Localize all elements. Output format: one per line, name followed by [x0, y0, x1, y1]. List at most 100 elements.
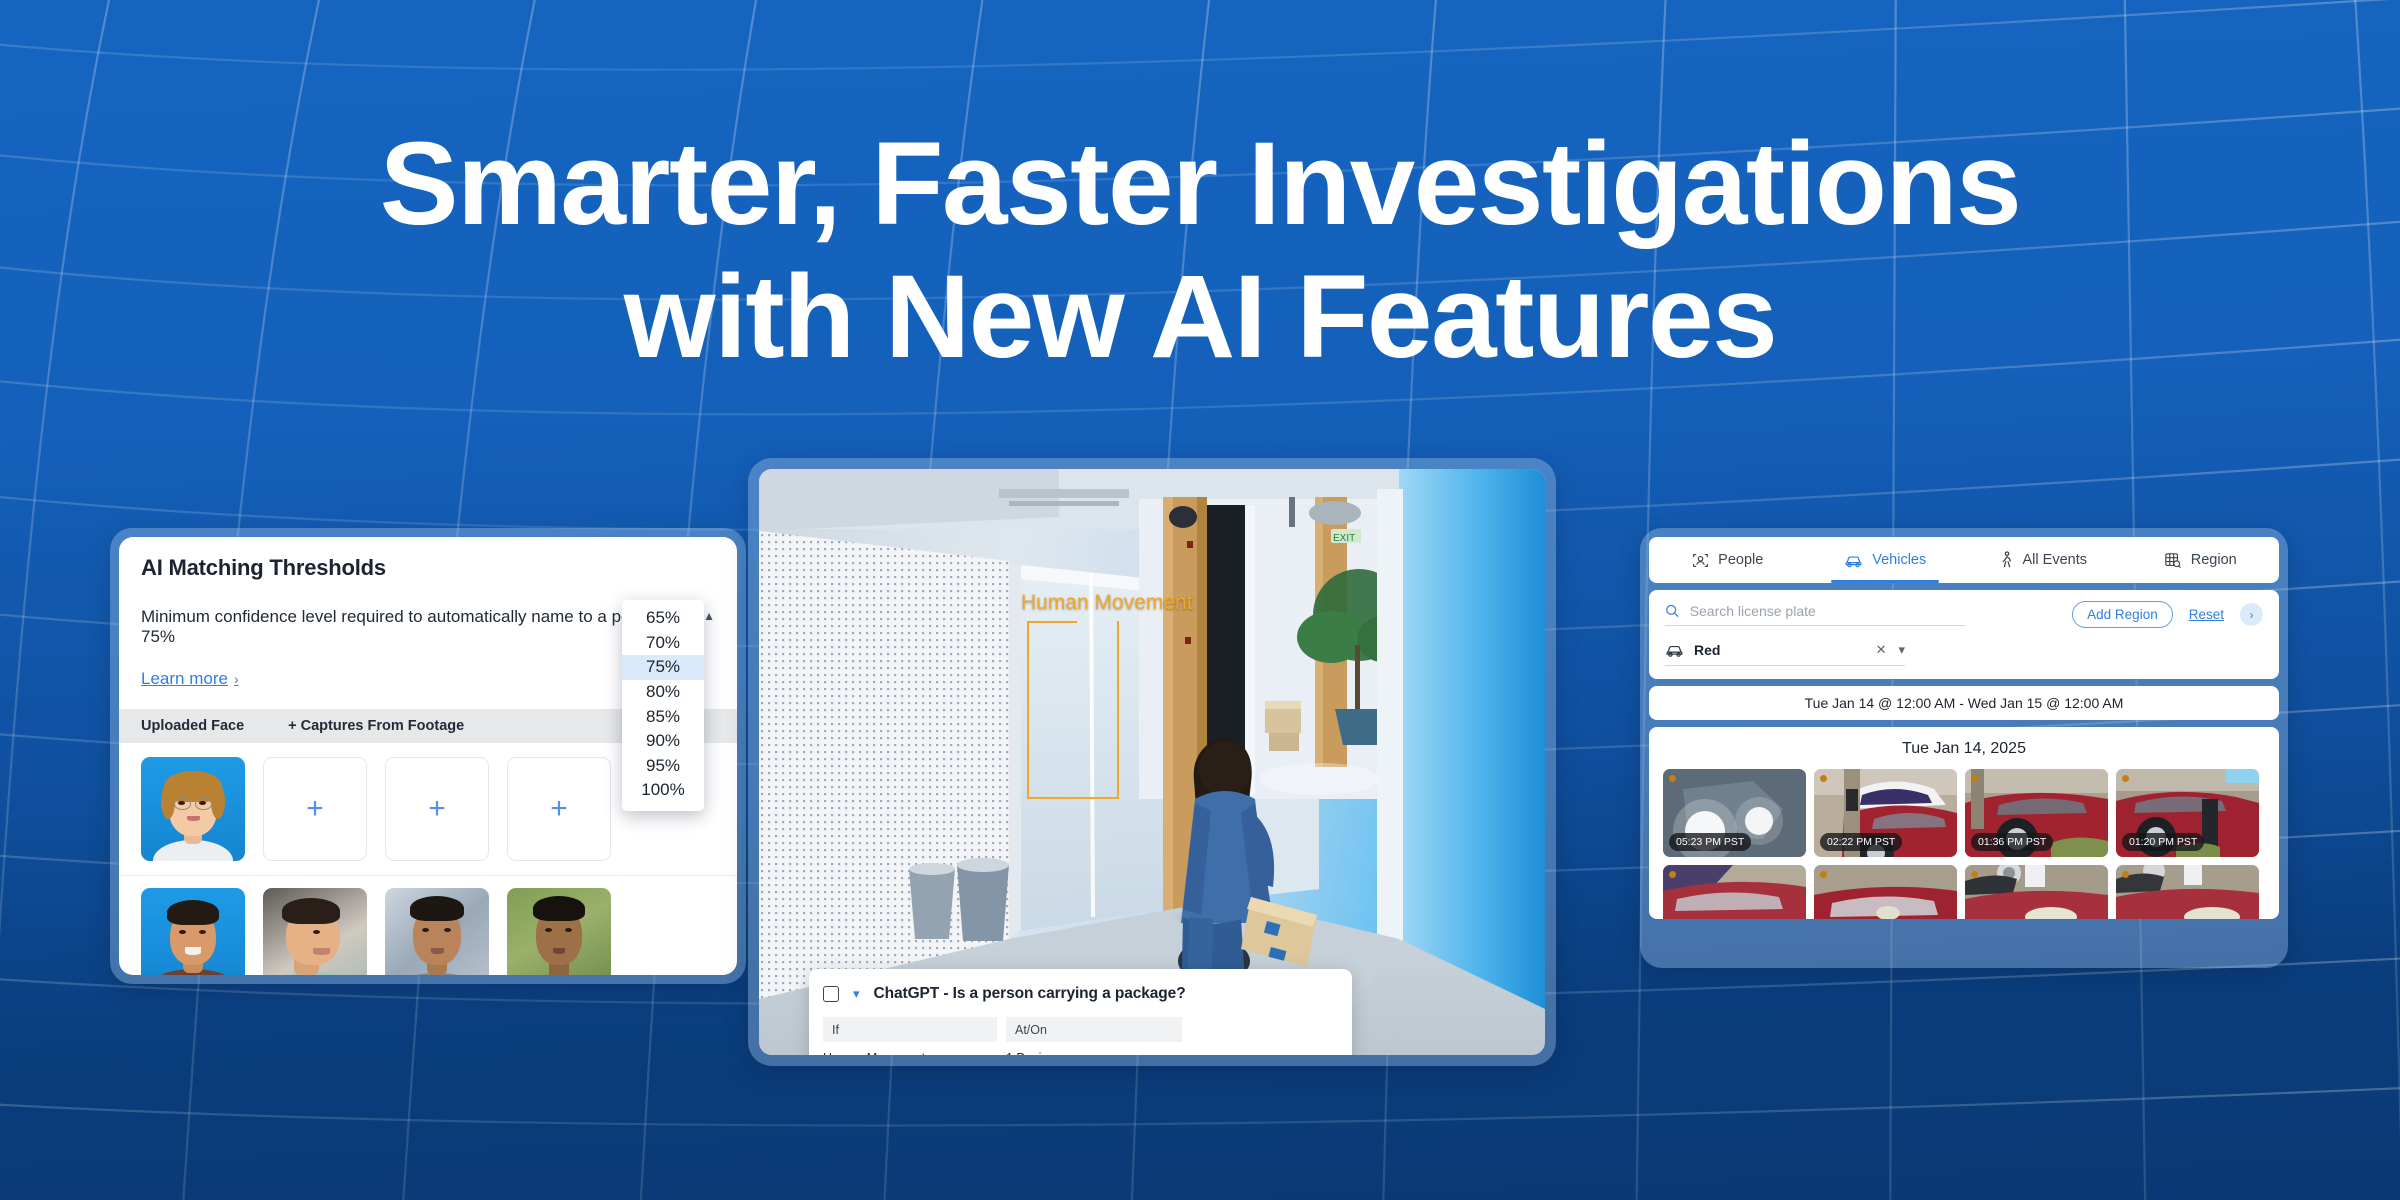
capture-photo-3[interactable]: [385, 888, 489, 975]
result-thumbnail[interactable]: 01:20 PM PST: [2116, 769, 2259, 857]
tab-people-label: People: [1718, 552, 1764, 568]
search-filters: Add Region Reset › Red ✕ ▾: [1649, 590, 2279, 679]
threshold-option-65[interactable]: 65%: [622, 606, 704, 631]
uploaded-face-photo[interactable]: [141, 757, 245, 861]
threshold-option-95[interactable]: 95%: [622, 754, 704, 779]
threshold-option-70[interactable]: 70%: [622, 631, 704, 656]
vehicle-search-panel-frame: People Vehicles All Events Region Search…: [1640, 528, 2288, 968]
thumbnail-image: [1965, 865, 2108, 919]
threshold-option-90[interactable]: 90%: [622, 729, 704, 754]
vehicle-color-filter[interactable]: Red ✕ ▾: [1665, 642, 1905, 666]
camera-feed[interactable]: EXIT Human Movement ▾ ChatGPT - Is a per…: [759, 469, 1545, 1055]
result-thumbnail[interactable]: 05:23 PM PST: [1663, 769, 1806, 857]
face-scan-icon: [1693, 553, 1709, 567]
chevron-down-icon[interactable]: ▾: [1898, 642, 1905, 658]
search-input[interactable]: [1689, 603, 1965, 619]
reset-button[interactable]: Reset: [2189, 607, 2224, 622]
tab-people[interactable]: People: [1649, 537, 1807, 583]
chevron-up-icon[interactable]: ▲: [703, 609, 715, 623]
tab-region[interactable]: Region: [2122, 537, 2280, 583]
title-line-2: with New AI Features: [623, 251, 1778, 384]
detection-bounding-box: [1027, 621, 1119, 799]
vehicle-filter-controls: ✕ ▾: [1876, 642, 1905, 658]
search-icon: [1666, 604, 1679, 618]
col-captures-from-footage: + Captures From Footage: [288, 718, 465, 734]
time-range-bar[interactable]: Tue Jan 14 @ 12:00 AM - Wed Jan 15 @ 12:…: [1649, 686, 2279, 720]
thumbnail-image: [1663, 865, 1806, 919]
result-thumbnail[interactable]: 01:36 PM PST: [1965, 769, 2108, 857]
tab-all-events[interactable]: All Events: [1964, 537, 2122, 583]
title-line-1: Smarter, Faster Investigations: [379, 118, 2022, 250]
capture-photo-2[interactable]: [263, 888, 367, 975]
person-walking-icon: [2001, 551, 2011, 568]
search-row: Add Region Reset ›: [1665, 601, 2263, 628]
ai-thresholds-title: AI Matching Thresholds: [141, 555, 386, 580]
threshold-dropdown-menu[interactable]: 65% 70% 75% 80% 85% 90% 95% 100%: [622, 600, 704, 811]
chatgpt-card-header: ▾ ChatGPT - Is a person carrying a packa…: [809, 983, 1352, 1003]
event-dot-icon: [1971, 871, 1978, 878]
svg-text:EXIT: EXIT: [1333, 533, 1355, 544]
add-capture-slot-3[interactable]: +: [507, 757, 611, 861]
if-value: Human Movement: [823, 1051, 1006, 1055]
filter-actions: Add Region Reset ›: [2072, 601, 2263, 628]
faces-row-2: [119, 876, 737, 975]
tab-vehicles-label: Vehicles: [1872, 552, 1927, 568]
add-region-button[interactable]: Add Region: [2072, 601, 2173, 628]
region-grid-search-icon: [2165, 552, 2181, 568]
add-capture-slot-2[interactable]: +: [385, 757, 489, 861]
threshold-option-80[interactable]: 80%: [622, 680, 704, 705]
detection-label: Human Movement: [1021, 591, 1193, 614]
thumbnail-image: [2116, 865, 2259, 919]
result-thumbnail[interactable]: [1663, 865, 1806, 919]
result-thumbnail[interactable]: [1965, 865, 2108, 919]
video-panel-frame: EXIT Human Movement ▾ ChatGPT - Is a per…: [748, 458, 1556, 1066]
car-icon: [1666, 645, 1683, 657]
thumbnail-timestamp: 01:36 PM PST: [1971, 833, 2054, 851]
learn-more-link[interactable]: Learn more ›: [141, 669, 239, 689]
license-plate-search[interactable]: [1665, 603, 1965, 626]
thumbnail-image: [1814, 865, 1957, 919]
close-icon[interactable]: ✕: [1876, 642, 1887, 658]
tab-all-events-label: All Events: [2022, 552, 2087, 568]
event-dot-icon: [1669, 871, 1676, 878]
capture-photo-4[interactable]: [507, 888, 611, 975]
detection-box-top-edge: [1027, 621, 1077, 623]
chevron-down-icon[interactable]: ▾: [853, 986, 860, 1002]
tab-vehicles[interactable]: Vehicles: [1807, 537, 1965, 583]
result-thumbnail[interactable]: 02:22 PM PST: [1814, 769, 1957, 857]
search-results: Tue Jan 14, 2025 05:23 PM PST 02:22 PM P…: [1649, 727, 2279, 919]
chevron-right-icon[interactable]: ›: [2240, 603, 2263, 626]
result-thumbnail[interactable]: [2116, 865, 2259, 919]
results-row-1: 05:23 PM PST 02:22 PM PST 01:36 PM PST 0…: [1649, 769, 2279, 857]
col-if: If: [823, 1017, 997, 1042]
results-date-heading: Tue Jan 14, 2025: [1902, 740, 2026, 757]
plus-icon: +: [306, 792, 324, 825]
threshold-option-75[interactable]: 75%: [622, 655, 704, 680]
add-capture-slot-1[interactable]: +: [263, 757, 367, 861]
vehicle-color-value: Red: [1694, 642, 1721, 658]
chatgpt-values-row: Human Movement 1 Device: [823, 1051, 1338, 1055]
car-icon: [1845, 555, 1862, 567]
at-on-value: 1 Device: [1006, 1051, 1055, 1055]
threshold-option-85[interactable]: 85%: [622, 704, 704, 729]
search-tabs: People Vehicles All Events Region: [1649, 537, 2279, 583]
event-dot-icon: [1971, 775, 1978, 782]
checkbox-unchecked-icon[interactable]: [823, 986, 839, 1002]
learn-more-label: Learn more: [141, 669, 228, 688]
result-thumbnail[interactable]: [1814, 865, 1957, 919]
time-range-label: Tue Jan 14 @ 12:00 AM - Wed Jan 15 @ 12:…: [1804, 695, 2124, 711]
event-dot-icon: [1820, 775, 1827, 782]
plus-icon: +: [550, 792, 568, 825]
chatgpt-alert-card[interactable]: ▾ ChatGPT - Is a person carrying a packa…: [809, 969, 1352, 1055]
plus-icon: +: [428, 792, 446, 825]
thumbnail-timestamp: 05:23 PM PST: [1669, 833, 1752, 851]
confidence-level-label: Minimum confidence level required to aut…: [141, 607, 669, 646]
col-uploaded-face: Uploaded Face: [141, 718, 245, 734]
event-dot-icon: [1669, 775, 1676, 782]
vehicle-search-card: People Vehicles All Events Region Search…: [1649, 537, 2279, 959]
chatgpt-card-body: Human Movement 1 Device ChatGPT Prompt P…: [809, 1051, 1352, 1055]
threshold-option-100[interactable]: 100%: [622, 778, 704, 803]
thumbnail-timestamp: 01:20 PM PST: [2122, 833, 2205, 851]
capture-photo-1[interactable]: [141, 888, 245, 975]
page-title: Smarter, Faster Investigations with New …: [0, 118, 2400, 385]
